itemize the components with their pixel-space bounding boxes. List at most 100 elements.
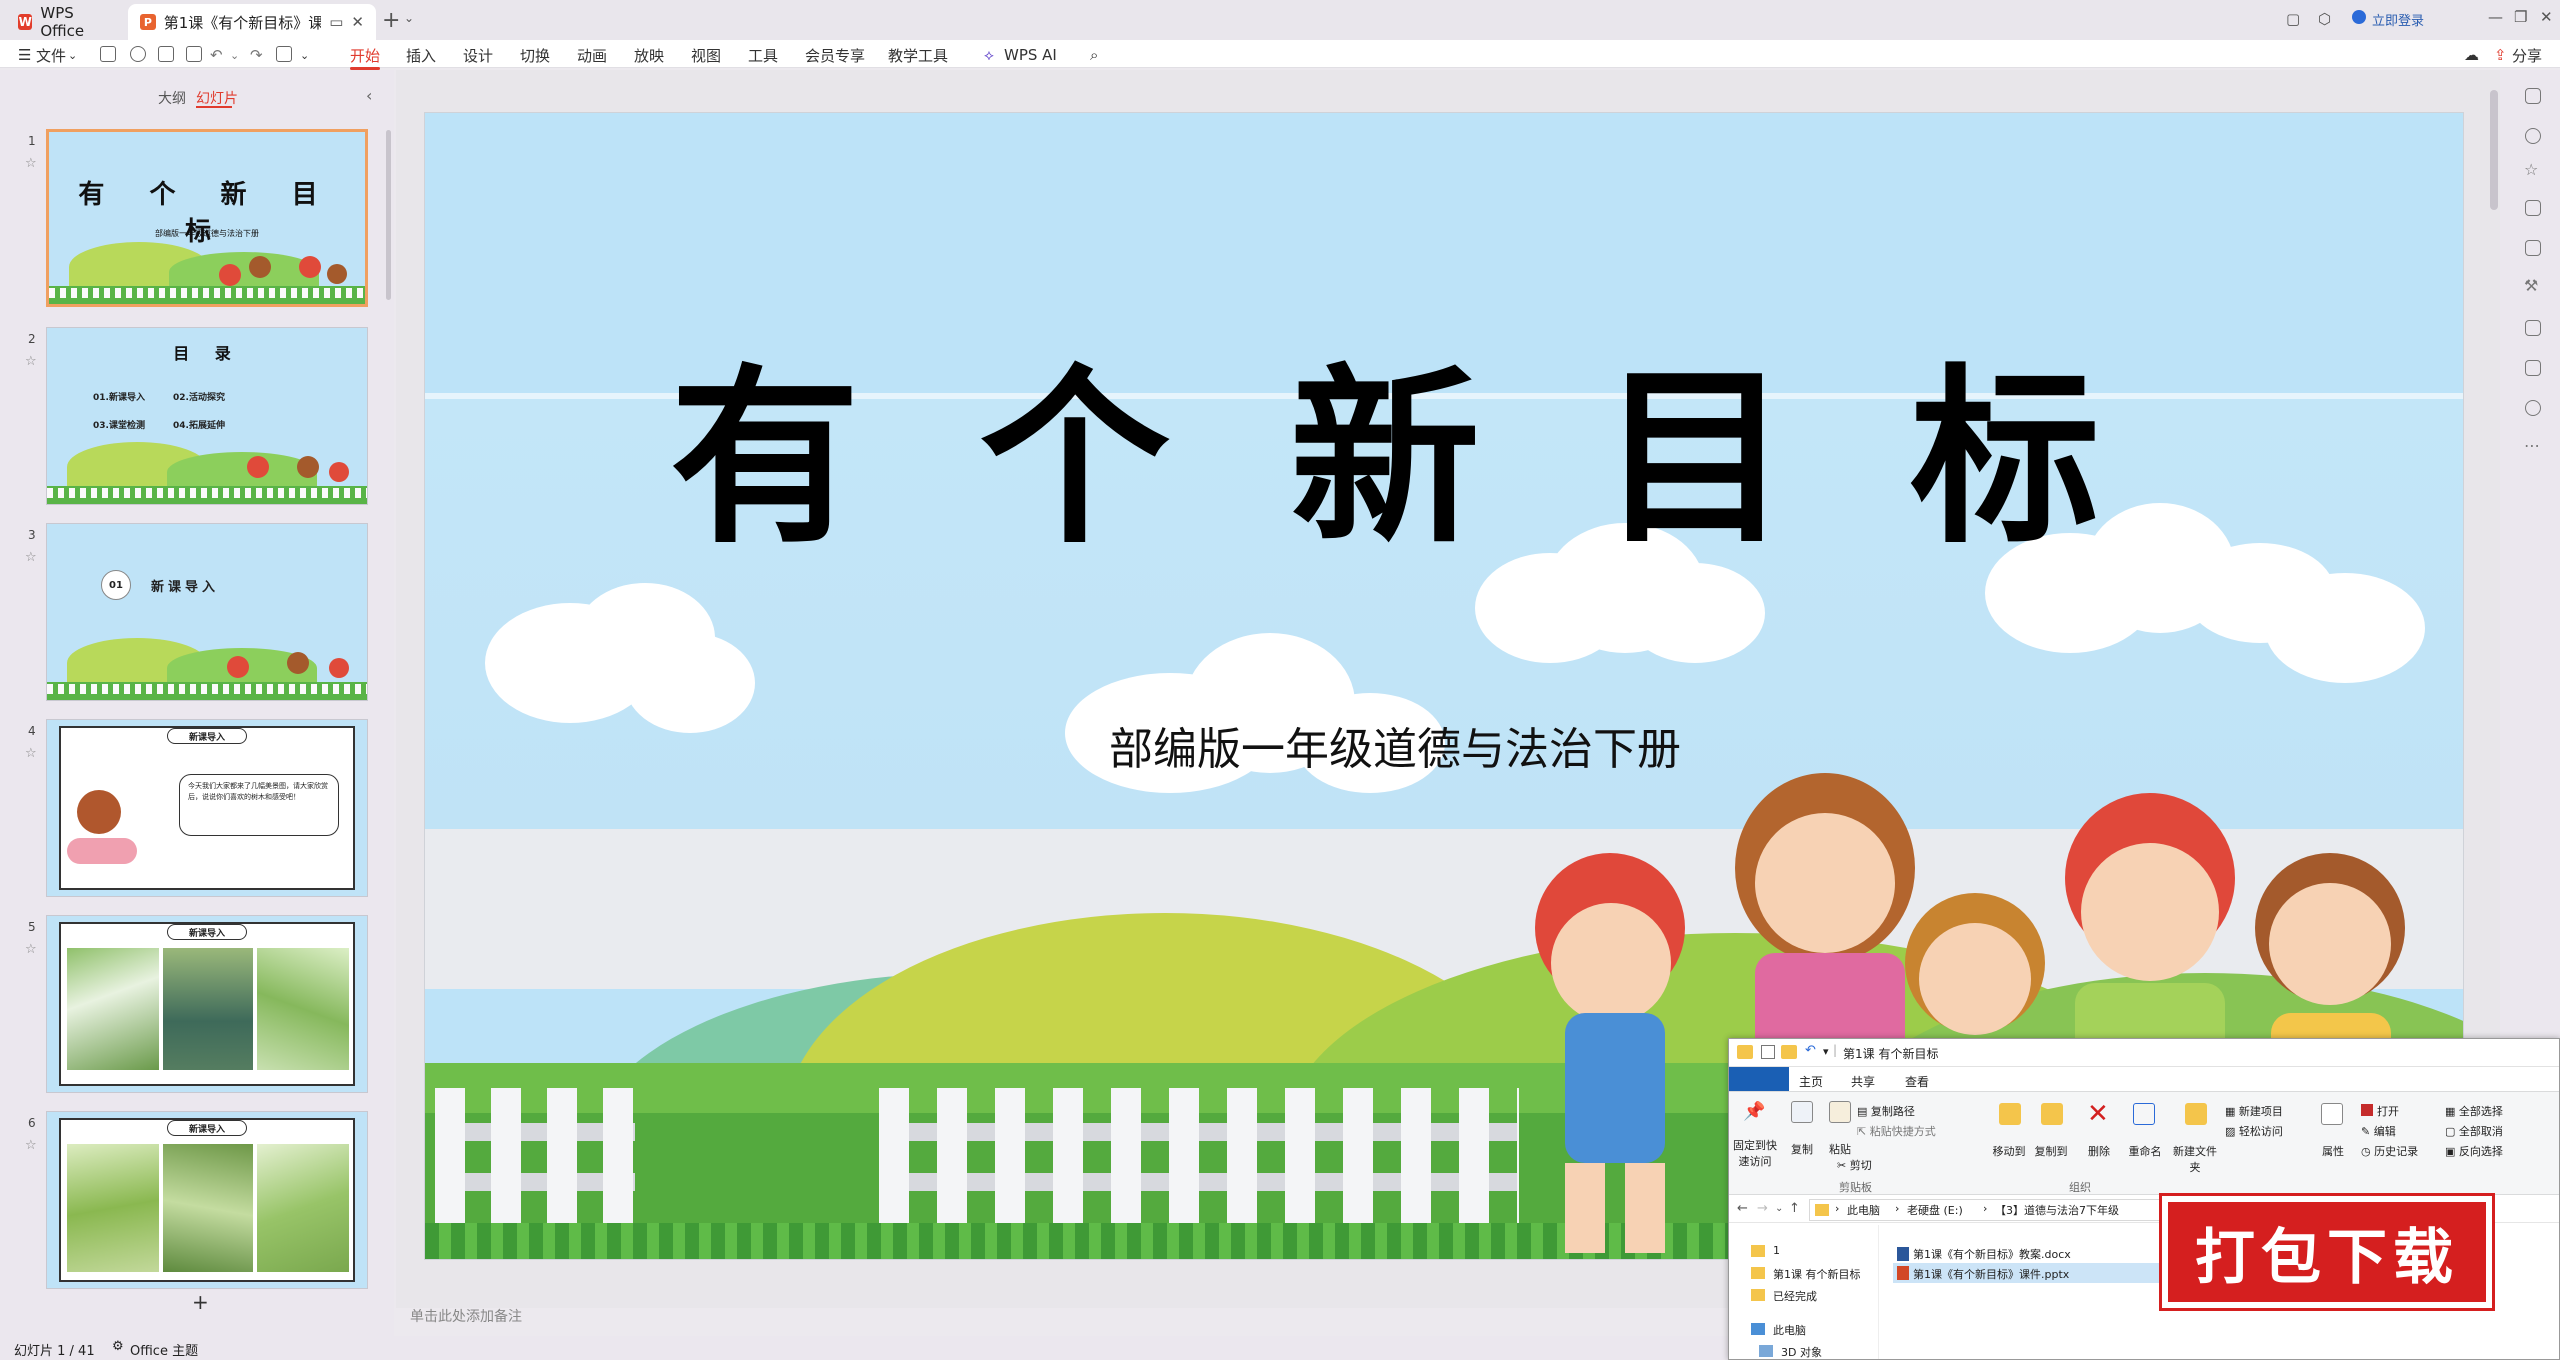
maximize-icon[interactable]: ❐ — [2514, 8, 2527, 26]
menu-tools[interactable]: 工具 — [748, 44, 778, 66]
hamburger-icon[interactable]: ☰ — [18, 44, 31, 66]
copy-to-button[interactable]: 复制到 — [2031, 1143, 2071, 1159]
tab-wps-home[interactable]: W WPS Office — [6, 4, 126, 40]
menu-insert[interactable]: 插入 — [406, 44, 436, 66]
redo-icon[interactable]: ↷ — [250, 44, 263, 66]
menu-transition[interactable]: 切换 — [520, 44, 550, 66]
close-window-icon[interactable]: ✕ — [2540, 8, 2553, 26]
thumbnail-slide-2[interactable]: 目 录 01.新课导入 02.活动探究 03.课堂检测 04.拓展延伸 — [46, 327, 368, 505]
shirt-icon[interactable] — [2525, 360, 2541, 376]
more-icon[interactable]: ⋯ — [2524, 436, 2540, 455]
wps-ai-icon[interactable]: ⟡ — [984, 44, 994, 66]
back-icon[interactable]: ← — [1737, 1201, 1748, 1216]
search-icon[interactable]: ⌕ — [1090, 44, 1098, 66]
save-icon[interactable] — [100, 46, 116, 62]
checkbox-icon[interactable] — [1761, 1045, 1775, 1059]
tab-outline[interactable]: 大纲 — [158, 88, 186, 108]
thumbnail-slide-1[interactable]: 有 个 新 目 标 部编版一年级道德与法治下册 — [46, 129, 368, 307]
file-item[interactable]: 第1课《有个新目标》课件.pptx — [1913, 1266, 2069, 1282]
chevron-down-icon[interactable]: ⌄ — [230, 44, 239, 66]
copy-icon[interactable] — [2525, 200, 2541, 216]
cut-button[interactable]: ✂ 剪切 — [1837, 1157, 1872, 1173]
magic-icon[interactable]: ⚒ — [2524, 276, 2538, 295]
new-folder-button[interactable]: 新建文件夹 — [2169, 1143, 2221, 1175]
undo-icon[interactable]: ↶ — [1805, 1043, 1816, 1058]
menu-wps-ai[interactable]: WPS AI — [1004, 44, 1057, 66]
copy-button[interactable]: 复制 — [1787, 1141, 1817, 1157]
thumbnail-slide-6[interactable]: 新课导入 — [46, 1111, 368, 1289]
sliders-icon[interactable] — [2525, 88, 2541, 104]
undo-icon[interactable]: ↶ — [210, 44, 223, 66]
new-tab-button[interactable]: + — [382, 8, 400, 33]
rename-button[interactable]: 重命名 — [2125, 1143, 2165, 1159]
pin-quick-access-button[interactable]: 固定到快速访问 — [1733, 1137, 1777, 1169]
close-tab-icon[interactable]: ✕ — [351, 13, 364, 31]
star-icon[interactable]: ☆ — [25, 354, 37, 369]
menu-animation[interactable]: 动画 — [577, 44, 607, 66]
cube-icon[interactable]: ⬡ — [2318, 10, 2331, 28]
breadcrumb-this-pc[interactable]: 此电脑 — [1847, 1202, 1880, 1218]
pin-icon[interactable]: 📌 — [1743, 1101, 1765, 1122]
paste-button[interactable]: 粘贴 — [1825, 1141, 1855, 1157]
tab-document[interactable]: P 第1课《有个新目标》课件.pptx ▭ ✕ — [128, 4, 376, 40]
add-slide-button[interactable]: + — [192, 1290, 209, 1314]
star-icon[interactable]: ☆ — [25, 1138, 37, 1153]
minimize-icon[interactable]: — — [2488, 8, 2503, 26]
tab-home[interactable]: 主页 — [1799, 1073, 1823, 1090]
select-all-button[interactable]: ▦ 全部选择 — [2445, 1103, 2503, 1119]
tree-item[interactable]: 此电脑 — [1773, 1322, 1806, 1338]
menu-view[interactable]: 视图 — [691, 44, 721, 66]
folder-icon[interactable] — [1781, 1045, 1797, 1059]
select-none-button[interactable]: ▢ 全部取消 — [2445, 1123, 2503, 1139]
tab-view[interactable]: 查看 — [1905, 1073, 1929, 1090]
window-icon[interactable]: ▢ — [2286, 10, 2300, 28]
menu-slideshow[interactable]: 放映 — [634, 44, 664, 66]
properties-button[interactable]: 属性 — [2313, 1143, 2353, 1159]
delete-button[interactable]: 删除 — [2079, 1143, 2119, 1159]
file-tab[interactable] — [1729, 1067, 1789, 1091]
theme-name[interactable]: Office 主题 — [130, 1340, 198, 1359]
menu-member[interactable]: 会员专享 — [805, 44, 865, 66]
star-icon[interactable]: ☆ — [2524, 160, 2538, 179]
style-icon[interactable] — [2525, 240, 2541, 256]
export-icon[interactable] — [130, 46, 146, 62]
menu-file[interactable]: 文件 — [36, 44, 66, 66]
menu-teaching-tools[interactable]: 教学工具 — [888, 44, 948, 66]
download-badge[interactable]: 打包下载 — [2159, 1193, 2495, 1311]
new-item-button[interactable]: ▦ 新建项目 — [2225, 1103, 2283, 1119]
tree-item[interactable]: 已经完成 — [1773, 1288, 1817, 1304]
star-icon[interactable]: ☆ — [25, 746, 37, 761]
chevron-down-icon[interactable]: ⌄ — [404, 11, 414, 25]
help-icon[interactable] — [2525, 400, 2541, 416]
share-icon[interactable]: ⇪ — [2494, 44, 2507, 66]
collapse-pane-icon[interactable]: ‹ — [366, 86, 372, 105]
preview-icon[interactable] — [186, 46, 202, 62]
open-button[interactable]: 打开 — [2361, 1103, 2399, 1119]
share-button[interactable]: 分享 — [2512, 44, 2542, 66]
copy-path-button[interactable]: ▤ 复制路径 — [1857, 1103, 1915, 1119]
menu-start[interactable]: 开始 — [350, 44, 381, 70]
file-item[interactable]: 第1课《有个新目标》教案.docx — [1913, 1246, 2071, 1262]
breadcrumb-folder[interactable]: 【3】道德与法治7下年级 — [1995, 1202, 2119, 1218]
edit-button[interactable]: ✎ 编辑 — [2361, 1123, 2396, 1139]
tab-slides[interactable]: 幻灯片 — [196, 88, 238, 108]
chevron-down-icon[interactable]: ▾ — [1823, 1045, 1829, 1058]
format-painter-icon[interactable] — [276, 46, 292, 62]
avatar-icon[interactable] — [2352, 10, 2366, 24]
cloud-icon[interactable]: ☁ — [2464, 44, 2479, 66]
paste-shortcut-button[interactable]: ⇱ 粘贴快捷方式 — [1857, 1123, 1936, 1139]
chevron-down-icon[interactable]: ⌄ — [68, 44, 77, 66]
star-icon[interactable]: ☆ — [25, 156, 37, 171]
print-icon[interactable] — [158, 46, 174, 62]
breadcrumb-drive[interactable]: 老硬盘 (E:) — [1907, 1202, 1963, 1218]
bookmark-icon[interactable] — [2525, 320, 2541, 336]
scrollbar-thumb[interactable] — [386, 130, 391, 300]
history-button[interactable]: ◷ 历史记录 — [2361, 1143, 2418, 1159]
monitor-icon[interactable]: ▭ — [329, 13, 343, 31]
menu-design[interactable]: 设计 — [463, 44, 493, 66]
slide-subtitle[interactable]: 部编版一年级道德与法治下册 — [425, 713, 2463, 777]
invert-selection-button[interactable]: ▣ 反向选择 — [2445, 1143, 2503, 1159]
tab-share[interactable]: 共享 — [1851, 1073, 1875, 1090]
chevron-down-icon[interactable]: ⌄ — [1775, 1203, 1783, 1214]
notes-placeholder[interactable]: 单击此处添加备注 — [410, 1306, 522, 1326]
